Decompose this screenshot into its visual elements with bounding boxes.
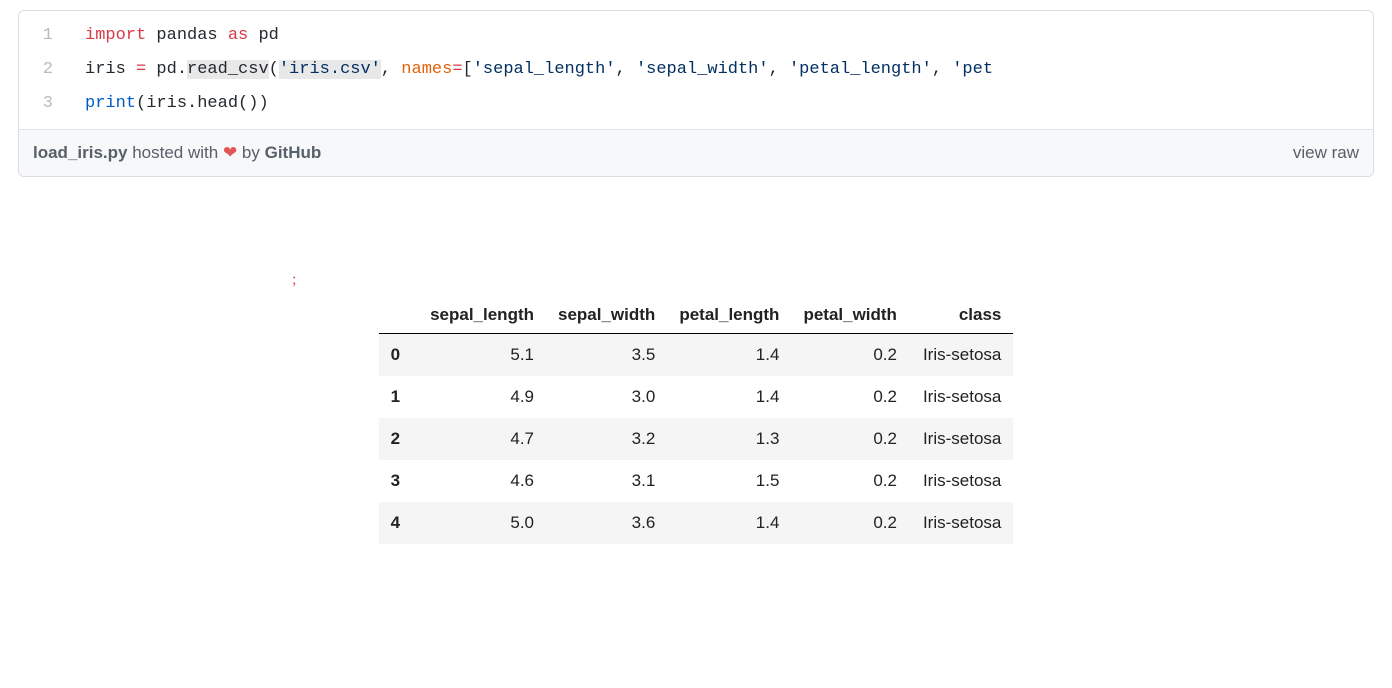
heart-icon: ❤ xyxy=(223,143,237,162)
dataframe-table: sepal_length sepal_width petal_length pe… xyxy=(379,297,1014,544)
string-col3: 'petal_length' xyxy=(789,60,932,79)
table-row: 0 5.1 3.5 1.4 0.2 Iris-setosa xyxy=(379,334,1014,377)
gist-footer: load_iris.py hosted with ❤ by GitHub vie… xyxy=(19,129,1373,176)
code-line-2: 2 iris = pd.read_csv('iris.csv', names=[… xyxy=(19,53,1373,87)
row-index: 2 xyxy=(379,418,418,460)
string-col2: 'sepal_width' xyxy=(636,60,769,79)
row-index: 1 xyxy=(379,376,418,418)
github-link[interactable]: GitHub xyxy=(265,143,322,162)
cell-sepal-length: 4.6 xyxy=(418,460,546,502)
cell-class: Iris-setosa xyxy=(909,460,1013,502)
comma: , xyxy=(616,60,636,79)
gist-embed: 1 import pandas as pd 2 iris = pd.read_c… xyxy=(18,10,1374,177)
kwarg-names: names xyxy=(401,60,452,79)
cell-petal-width: 0.2 xyxy=(791,334,909,377)
cell-petal-width: 0.2 xyxy=(791,418,909,460)
cell-sepal-length: 5.0 xyxy=(418,502,546,544)
cell-petal-length: 1.4 xyxy=(667,502,791,544)
table-body: 0 5.1 3.5 1.4 0.2 Iris-setosa 1 4.9 3.0 … xyxy=(379,334,1014,545)
comma: , xyxy=(769,60,789,79)
comma: , xyxy=(932,60,952,79)
header-sepal-length: sepal_length xyxy=(418,297,546,334)
header-sepal-width: sepal_width xyxy=(546,297,667,334)
paren-close: ()) xyxy=(238,94,269,113)
gist-filename-link[interactable]: load_iris.py xyxy=(33,143,127,162)
cell-petal-length: 1.3 xyxy=(667,418,791,460)
operator-eq: = xyxy=(136,60,146,79)
cell-petal-width: 0.2 xyxy=(791,460,909,502)
row-index: 3 xyxy=(379,460,418,502)
cell-class: Iris-setosa xyxy=(909,334,1013,377)
dot: . xyxy=(187,94,197,113)
cell-sepal-width: 3.2 xyxy=(546,418,667,460)
cell-class: Iris-setosa xyxy=(909,376,1013,418)
row-index: 0 xyxy=(379,334,418,377)
fn-head: head xyxy=(197,94,238,113)
keyword-import: import xyxy=(85,26,146,45)
operator-eq: = xyxy=(452,60,462,79)
table-row: 1 4.9 3.0 1.4 0.2 Iris-setosa xyxy=(379,376,1014,418)
gist-footer-right: view raw xyxy=(1293,143,1359,163)
pd-ref: pd xyxy=(146,60,177,79)
header-index xyxy=(379,297,418,334)
cell-sepal-length: 5.1 xyxy=(418,334,546,377)
table-header: sepal_length sepal_width petal_length pe… xyxy=(379,297,1014,334)
code-line-3: 3 print(iris.head()) xyxy=(19,87,1373,129)
cell-sepal-width: 3.6 xyxy=(546,502,667,544)
line-number: 3 xyxy=(19,87,75,121)
line-content: import pandas as pd xyxy=(75,19,279,53)
header-class: class xyxy=(909,297,1013,334)
bracket-open: [ xyxy=(463,60,473,79)
view-raw-link[interactable]: view raw xyxy=(1293,143,1359,162)
cell-sepal-length: 4.7 xyxy=(418,418,546,460)
by-text: by xyxy=(237,143,264,162)
cell-class: Iris-setosa xyxy=(909,418,1013,460)
cell-class: Iris-setosa xyxy=(909,502,1013,544)
code-block: 1 import pandas as pd 2 iris = pd.read_c… xyxy=(19,11,1373,129)
cell-petal-length: 1.4 xyxy=(667,334,791,377)
stray-semicolon: ; xyxy=(292,271,296,289)
line-content: iris = pd.read_csv('iris.csv', names=['s… xyxy=(75,53,993,87)
cell-sepal-width: 3.0 xyxy=(546,376,667,418)
header-petal-length: petal_length xyxy=(667,297,791,334)
cell-sepal-width: 3.5 xyxy=(546,334,667,377)
line-number: 2 xyxy=(19,53,75,87)
var-iris: iris xyxy=(85,60,136,79)
table-row: 4 5.0 3.6 1.4 0.2 Iris-setosa xyxy=(379,502,1014,544)
cell-petal-width: 0.2 xyxy=(791,376,909,418)
cell-petal-length: 1.5 xyxy=(667,460,791,502)
output-table-section: ; sepal_length sepal_width petal_length … xyxy=(18,297,1374,544)
cell-petal-width: 0.2 xyxy=(791,502,909,544)
row-index: 4 xyxy=(379,502,418,544)
code-line-1: 1 import pandas as pd xyxy=(19,11,1373,53)
gist-footer-left: load_iris.py hosted with ❤ by GitHub xyxy=(33,143,321,163)
line-content: print(iris.head()) xyxy=(75,87,269,121)
line-number: 1 xyxy=(19,19,75,53)
paren-open: ( xyxy=(269,60,279,79)
hosted-with-text: hosted with xyxy=(127,143,222,162)
paren-open: (iris xyxy=(136,94,187,113)
cell-petal-length: 1.4 xyxy=(667,376,791,418)
keyword-as: as xyxy=(228,26,248,45)
header-petal-width: petal_width xyxy=(791,297,909,334)
table-row: 3 4.6 3.1 1.5 0.2 Iris-setosa xyxy=(379,460,1014,502)
string-col4-cut: 'pet xyxy=(952,60,993,79)
dot: . xyxy=(177,60,187,79)
cell-sepal-length: 4.9 xyxy=(418,376,546,418)
table-row: 2 4.7 3.2 1.3 0.2 Iris-setosa xyxy=(379,418,1014,460)
string-file: 'iris.csv' xyxy=(279,60,381,79)
comma: , xyxy=(381,60,401,79)
cell-sepal-width: 3.1 xyxy=(546,460,667,502)
string-col1: 'sepal_length' xyxy=(473,60,616,79)
table-header-row: sepal_length sepal_width petal_length pe… xyxy=(379,297,1014,334)
fn-read-csv: read_csv xyxy=(187,60,269,79)
fn-print: print xyxy=(85,94,136,113)
module-pandas: pandas xyxy=(146,26,228,45)
alias-pd: pd xyxy=(248,26,279,45)
